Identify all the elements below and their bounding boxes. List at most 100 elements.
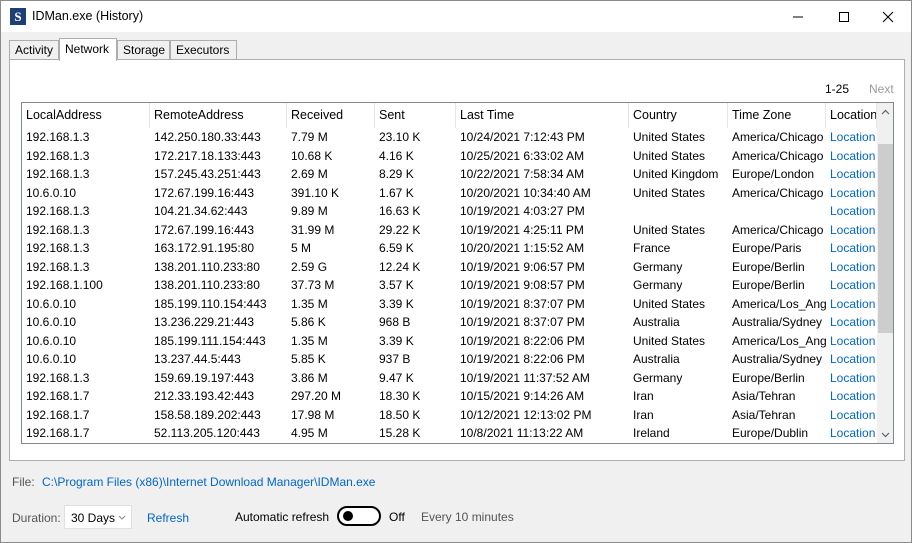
location-link[interactable]: Location xyxy=(826,276,877,295)
table-header: LocalAddress RemoteAddress Received Sent Las… xyxy=(22,103,877,128)
minimize-button[interactable] xyxy=(775,1,821,32)
location-link[interactable]: Location xyxy=(826,128,877,147)
table-cell: Europe/Berlin xyxy=(732,370,805,385)
table-cell: 391.10 K xyxy=(291,185,340,200)
column-header[interactable]: Received xyxy=(287,103,375,128)
table-cell: 5 M xyxy=(291,241,312,255)
column-header[interactable]: Sent xyxy=(375,103,456,128)
tab-label: Activity xyxy=(15,43,54,57)
refresh-link[interactable]: Refresh xyxy=(147,511,189,525)
table-row[interactable]: 192.168.1.3 172.67.199.16:443 31.99 M 29.22… xyxy=(22,221,877,240)
duration-value: 30 Days xyxy=(71,511,116,525)
table-row[interactable]: 192.168.1.3 142.250.180.33:443 7.79 M 23.10… xyxy=(22,128,877,147)
location-link[interactable]: Location xyxy=(826,202,877,221)
scroll-down-button[interactable] xyxy=(877,426,893,443)
table-row[interactable]: 192.168.1.7 52.113.205.120:443 4.95 M 15.28… xyxy=(22,424,877,443)
table-row[interactable]: 192.168.1.7 158.58.189.202:443 17.98 M 18.5… xyxy=(22,406,877,425)
table-row[interactable]: 10.6.0.10 185.199.110.154:443 1.35 M 3.39 K… xyxy=(22,295,877,314)
auto-refresh-label: Automatic refresh xyxy=(235,510,330,524)
auto-refresh-toggle[interactable] xyxy=(337,506,381,526)
table-cell: 10/19/2021 8:37:07 PM xyxy=(460,296,585,311)
column-header[interactable]: LocalAddress xyxy=(22,103,150,128)
tab-network[interactable]: Network xyxy=(59,38,117,61)
table-row[interactable]: 192.168.1.3 159.69.19.197:443 3.86 M 9.47 K… xyxy=(22,369,877,388)
table-row[interactable]: 192.168.1.3 104.21.34.62:443 9.89 M 16.63 K… xyxy=(22,202,877,221)
location-link[interactable]: Location xyxy=(826,350,877,369)
table-cell: 16.63 K xyxy=(379,204,421,218)
duration-select[interactable]: 30 Days xyxy=(64,505,132,529)
table-cell: 192.168.1.3 xyxy=(26,222,90,237)
table-row[interactable]: 10.6.0.10 172.67.199.16:443 391.10 K 1.67 K… xyxy=(22,184,877,203)
scrollbar-thumb[interactable] xyxy=(878,144,893,333)
table-cell: Asia/Tehran xyxy=(732,407,796,422)
location-link[interactable]: Location xyxy=(826,258,877,277)
table-row[interactable]: 192.168.1.3 157.245.43.251:443 2.69 M 8.29 … xyxy=(22,165,877,184)
close-icon xyxy=(882,11,894,22)
table-cell: 192.168.1.7 xyxy=(26,407,90,422)
column-header[interactable]: Last Time xyxy=(456,103,629,128)
table-cell: 10.6.0.10 xyxy=(26,296,77,311)
table-cell: 104.21.34.62:443 xyxy=(154,204,248,218)
tab-storage[interactable]: Storage xyxy=(117,40,170,60)
table-cell: 212.33.193.42:443 xyxy=(154,389,255,403)
column-header[interactable]: RemoteAddress xyxy=(150,103,287,128)
table-cell: Europe/Berlin xyxy=(732,259,805,274)
location-link[interactable]: Location xyxy=(826,406,877,425)
file-path-link[interactable]: C:\Program Files (x86)\Internet Download… xyxy=(42,475,375,489)
network-panel: 1-25 Next LocalAddress RemoteAddress Recei… xyxy=(9,59,905,461)
table-cell: 10/19/2021 11:37:52 AM xyxy=(460,370,590,385)
location-link[interactable]: Location xyxy=(826,369,877,388)
table-cell: 297.20 M xyxy=(291,389,342,403)
location-link[interactable]: Location xyxy=(826,239,877,258)
table-cell: Australia/Sydney xyxy=(732,315,823,329)
table-cell: America/Chicago xyxy=(732,130,824,144)
table-row[interactable]: 10.6.0.10 13.236.229.21:443 5.86 K 968 B 10/… xyxy=(22,313,877,332)
maximize-button[interactable] xyxy=(821,1,867,32)
table-cell: 10/8/2021 11:13:22 AM xyxy=(460,426,584,440)
table-row[interactable]: 192.168.1.3 138.201.110.233:80 2.59 G 12.24… xyxy=(22,258,877,277)
location-link[interactable]: Location xyxy=(826,313,877,332)
table-cell: 192.168.1.3 xyxy=(26,167,90,181)
next-page-button[interactable]: Next xyxy=(869,82,894,96)
location-link[interactable]: Location xyxy=(826,332,877,351)
table-cell: 10/19/2021 9:08:57 PM xyxy=(460,278,585,292)
table-cell: United States xyxy=(633,222,706,237)
location-link[interactable]: Location xyxy=(826,184,877,203)
title-bar[interactable]: S IDMan.exe (History) xyxy=(1,1,911,32)
table-cell: 10/12/2021 12:13:02 PM xyxy=(460,407,592,422)
table-row[interactable]: 192.168.1.7 212.33.193.42:443 297.20 M 18.3… xyxy=(22,387,877,406)
table-cell xyxy=(728,202,826,221)
table-cell: Asia/Tehran xyxy=(732,389,796,403)
location-link[interactable]: Location xyxy=(826,165,877,184)
location-link[interactable]: Location xyxy=(826,295,877,314)
table-cell: 5.86 K xyxy=(291,315,326,329)
table-cell: 10.6.0.10 xyxy=(26,352,77,366)
table-row[interactable]: 192.168.1.100 138.201.110.233:80 37.73 M 3.… xyxy=(22,276,877,295)
vertical-scrollbar[interactable] xyxy=(877,103,893,443)
close-button[interactable] xyxy=(865,1,911,32)
table-row[interactable]: 192.168.1.3 163.172.91.195:80 5 M 6.59 K 10/… xyxy=(22,239,877,258)
table-cell: 18.50 K xyxy=(379,407,421,422)
column-header[interactable]: Time Zone xyxy=(728,103,826,128)
table-cell: Iran xyxy=(633,389,654,403)
table-cell: Australia xyxy=(633,352,680,366)
column-header[interactable]: Country xyxy=(629,103,728,128)
column-header[interactable]: Location xyxy=(826,103,877,128)
pager-range: 1-25 xyxy=(825,82,850,96)
toggle-knob xyxy=(343,511,353,521)
tab-executors[interactable]: Executors xyxy=(170,40,237,60)
table-cell: Germany xyxy=(633,278,683,292)
table-cell: 10/20/2021 1:15:52 AM xyxy=(460,241,585,255)
table-row[interactable]: 10.6.0.10 185.199.111.154:443 1.35 M 3.39 K… xyxy=(22,332,877,351)
table-row[interactable]: 192.168.1.3 172.217.18.133:443 10.68 K 4.16… xyxy=(22,147,877,166)
app-window: S IDMan.exe (History) Activity Network S… xyxy=(0,0,912,543)
table-cell: 192.168.1.3 xyxy=(26,204,90,218)
location-link[interactable]: Location xyxy=(826,221,877,240)
location-link[interactable]: Location xyxy=(826,387,877,406)
table-row[interactable]: 10.6.0.10 13.237.44.5:443 5.85 K 937 B 10/19… xyxy=(22,350,877,369)
tab-activity[interactable]: Activity xyxy=(9,40,59,60)
maximize-icon xyxy=(839,11,849,22)
scroll-up-button[interactable] xyxy=(877,103,893,120)
location-link[interactable]: Location xyxy=(826,424,877,443)
location-link[interactable]: Location xyxy=(826,147,877,166)
